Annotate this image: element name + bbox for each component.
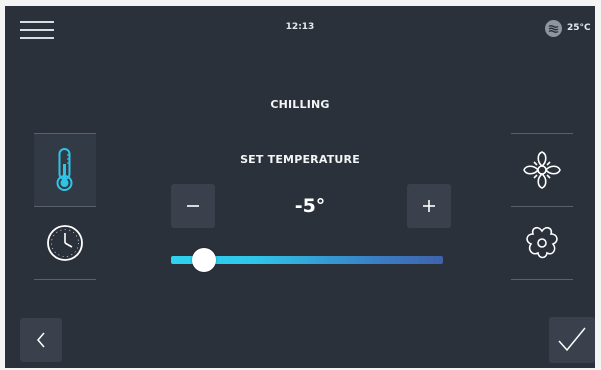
clock-time: 12:13 [285, 22, 315, 32]
temperature-value: -5° [294, 195, 326, 217]
tab-fan[interactable] [511, 134, 573, 206]
divider [511, 279, 573, 280]
flower-icon [526, 226, 558, 259]
minus-icon [187, 205, 199, 207]
thermometer-icon [56, 148, 73, 191]
clock-icon [47, 225, 83, 261]
menu-line [20, 37, 54, 39]
plus-icon [423, 200, 435, 212]
tab-temperature[interactable] [34, 134, 96, 206]
confirm-button[interactable] [549, 317, 595, 363]
screen: 12:13 25°C CHILLING SET TEMPERATURE -5° [5, 6, 595, 368]
waves-icon [545, 20, 562, 37]
checkmark-icon [558, 327, 586, 352]
mode-title: CHILLING [270, 98, 330, 111]
fan-icon [523, 151, 561, 189]
decrease-temperature-button[interactable] [171, 184, 215, 228]
divider [34, 279, 96, 280]
increase-temperature-button[interactable] [407, 184, 451, 228]
slider-handle[interactable] [191, 248, 216, 272]
back-button[interactable] [20, 318, 62, 362]
ambient-temperature: 25°C [567, 23, 591, 33]
tab-flower[interactable] [511, 207, 573, 279]
tab-timer[interactable] [34, 207, 96, 279]
chevron-left-icon [37, 332, 45, 348]
